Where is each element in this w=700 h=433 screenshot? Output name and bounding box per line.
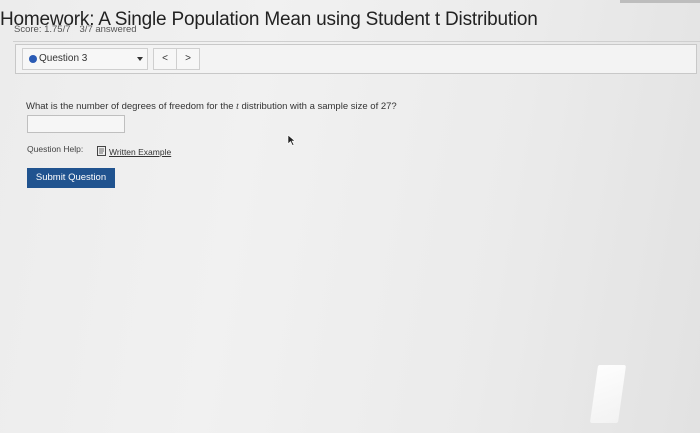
score-line: Score: 1.75/7 3/7 answered [14,24,137,35]
question-selector-label: Question 3 [39,53,88,64]
question-text-start: What is the number of degrees of freedom… [26,101,237,112]
header-divider [13,41,700,42]
previous-question-button[interactable]: < [153,48,177,70]
answered-count: 3/7 answered [79,24,137,35]
question-status-dot-icon [29,55,37,63]
written-example-link[interactable]: Written Example [109,147,171,157]
question-selector[interactable]: Question 3 [22,48,148,70]
question-help-label: Question Help: [27,144,84,154]
mouse-pointer-icon [287,134,296,146]
top-edge-bar [620,0,700,3]
question-text-end: distribution with a sample size of 27? [238,101,397,112]
answer-input[interactable] [27,115,125,133]
document-icon [97,146,106,156]
question-navigation-bar: Question 3 < > [15,44,697,74]
submit-question-button[interactable]: Submit Question [27,168,115,188]
chevron-down-icon [137,57,143,61]
next-question-button[interactable]: > [176,48,200,70]
question-text: What is the number of degrees of freedom… [26,101,397,112]
score-text: Score: 1.75/7 [14,24,71,35]
screen-glare [589,365,627,423]
